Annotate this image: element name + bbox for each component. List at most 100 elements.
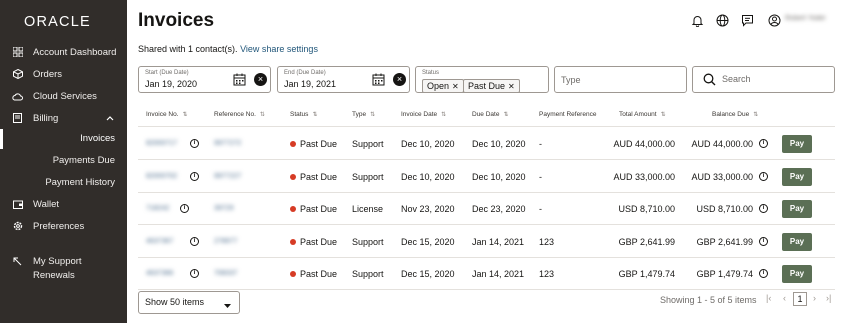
status-chip-open: Open ✕ xyxy=(422,79,464,93)
sidebar-item-billing[interactable]: Billing xyxy=(0,108,127,128)
calendar-icon[interactable] xyxy=(372,73,385,86)
remove-chip-icon[interactable]: ✕ xyxy=(452,82,459,91)
column-header-status[interactable]: Status ⇅ xyxy=(290,111,317,118)
shared-text: Shared with 1 contact(s). xyxy=(138,44,238,54)
remove-chip-icon[interactable]: ✕ xyxy=(508,82,515,91)
invoice-number-link[interactable]: 718242 xyxy=(146,205,169,212)
pay-button[interactable]: Pay xyxy=(782,265,812,283)
start-date-label: Start (Due Date) xyxy=(145,70,189,76)
column-label: Invoice Date xyxy=(401,111,438,118)
info-icon[interactable]: i xyxy=(176,203,189,214)
invoice-number-link[interactable]: 82000717 xyxy=(146,140,177,147)
column-header-total-amount[interactable]: Total Amount ⇅ xyxy=(619,111,666,118)
sort-icon[interactable]: ⇅ xyxy=(260,112,265,118)
reference-number-link[interactable]: 9977272 xyxy=(214,140,241,147)
info-icon[interactable]: i xyxy=(755,171,768,182)
sort-icon[interactable]: ⇅ xyxy=(370,112,375,118)
sidebar: ORACLE Account Dashboard Orders Cloud Se… xyxy=(0,0,127,323)
next-page-icon[interactable]: › xyxy=(813,293,816,303)
info-icon[interactable]: i xyxy=(186,171,199,182)
chevron-up-icon[interactable] xyxy=(106,113,114,124)
sort-icon[interactable]: ⇅ xyxy=(183,112,188,118)
invoice-date-cell: Dec 10, 2020 xyxy=(401,139,455,149)
column-header-type[interactable]: Type ⇅ xyxy=(352,111,375,118)
clear-icon[interactable]: × xyxy=(393,73,406,86)
sidebar-item-my-support-renewals-line2[interactable]: Renewals xyxy=(0,265,127,285)
page-number-button[interactable]: 1 xyxy=(793,292,807,306)
end-date-field[interactable]: End (Due Date) Jan 19, 2021 × xyxy=(277,66,410,93)
status-badge: Past Due xyxy=(290,269,337,279)
calendar-icon[interactable] xyxy=(233,73,246,86)
gear-icon xyxy=(12,221,23,232)
first-page-icon[interactable]: |‹ xyxy=(766,293,771,303)
cloud-icon xyxy=(12,91,23,102)
column-header-reference-no[interactable]: Reference No. ⇅ xyxy=(214,111,265,118)
column-header-invoice-no[interactable]: Invoice No. ⇅ xyxy=(146,111,188,118)
status-filter[interactable]: Status Open ✕ Past Due ✕ xyxy=(415,66,549,93)
info-icon[interactable]: i xyxy=(186,138,199,149)
reference-number-link[interactable]: 9977227 xyxy=(214,173,241,180)
chat-icon[interactable] xyxy=(741,14,754,27)
invoice-number-link[interactable]: 4637366 xyxy=(146,270,173,277)
sidebar-item-orders[interactable]: Orders xyxy=(0,64,127,84)
column-header-invoice-date[interactable]: Invoice Date ⇅ xyxy=(401,111,446,118)
status-text: Past Due xyxy=(300,139,338,149)
sidebar-subitem-invoices[interactable]: Invoices xyxy=(0,129,127,149)
receipt-icon xyxy=(12,113,23,124)
previous-page-icon[interactable]: ‹ xyxy=(783,293,786,303)
sort-icon[interactable]: ⇅ xyxy=(503,112,508,118)
last-page-icon[interactable]: ›| xyxy=(826,293,831,303)
sidebar-item-label: Preferences xyxy=(33,220,85,232)
sidebar-subitem-payment-history[interactable]: Payment History xyxy=(0,173,127,193)
sort-icon[interactable]: ⇅ xyxy=(753,112,758,118)
invoice-date-cell: Nov 23, 2020 xyxy=(401,204,455,214)
reference-number-link[interactable]: 278977 xyxy=(214,238,237,245)
reference-number-link[interactable]: 708337 xyxy=(214,270,237,277)
invoice-number-link[interactable]: 82000702 xyxy=(146,173,177,180)
info-icon[interactable]: i xyxy=(755,268,768,279)
sidebar-item-cloud-services[interactable]: Cloud Services xyxy=(0,86,127,106)
table-row: 82000702 i 9977227 Past Due Support Dec 10, 2… xyxy=(138,161,835,193)
sidebar-item-account-dashboard[interactable]: Account Dashboard xyxy=(0,42,127,62)
balance-due-cell: AUD 33,000.00 xyxy=(691,172,753,182)
reference-number-link[interactable]: 39729 xyxy=(214,205,233,212)
pay-button[interactable]: Pay xyxy=(782,200,812,218)
column-header-due-date[interactable]: Due Date ⇅ xyxy=(472,111,509,118)
info-icon[interactable]: i xyxy=(755,138,768,149)
sort-icon[interactable]: ⇅ xyxy=(312,112,317,118)
sidebar-item-preferences[interactable]: Preferences xyxy=(0,216,127,236)
globe-icon[interactable] xyxy=(716,14,729,27)
page-size-select[interactable]: Show 50 items xyxy=(138,291,240,314)
user-icon[interactable] xyxy=(768,14,781,27)
status-dot-icon xyxy=(290,270,296,277)
status-text: Past Due xyxy=(300,204,338,214)
pay-button[interactable]: Pay xyxy=(782,135,812,153)
info-icon[interactable]: i xyxy=(186,236,199,247)
type-filter[interactable]: Type xyxy=(554,66,687,93)
pay-button[interactable]: Pay xyxy=(782,168,812,186)
due-date-cell: Jan 14, 2021 xyxy=(472,269,525,279)
wallet-icon xyxy=(12,199,23,210)
start-date-field[interactable]: Start (Due Date) Jan 19, 2020 × xyxy=(138,66,271,93)
invoice-number-link[interactable]: 4637367 xyxy=(146,238,173,245)
column-header-balance-due[interactable]: Balance Due ⇅ xyxy=(712,111,758,118)
bell-icon[interactable] xyxy=(691,14,704,28)
pay-button[interactable]: Pay xyxy=(782,233,812,251)
sort-icon[interactable]: ⇅ xyxy=(441,112,446,118)
info-icon[interactable]: i xyxy=(755,236,768,247)
sidebar-item-wallet[interactable]: Wallet xyxy=(0,194,127,214)
view-share-settings-link[interactable]: View share settings xyxy=(240,44,318,54)
sidebar-subitem-payments-due[interactable]: Payments Due xyxy=(0,151,127,171)
user-name[interactable]: Robert Yoder xyxy=(785,15,826,22)
sort-icon[interactable]: ⇅ xyxy=(661,112,666,118)
column-label: Reference No. xyxy=(214,111,256,118)
info-icon[interactable]: i xyxy=(755,203,768,214)
end-date-value: Jan 19, 2021 xyxy=(284,79,337,89)
type-cell: Support xyxy=(352,237,384,247)
clear-icon[interactable]: × xyxy=(254,73,267,86)
info-icon[interactable]: i xyxy=(186,268,199,279)
oracle-logo[interactable]: ORACLE xyxy=(24,12,102,30)
search-input[interactable]: Search xyxy=(692,66,835,93)
status-badge: Past Due xyxy=(290,204,337,214)
start-date-value: Jan 19, 2020 xyxy=(145,79,198,89)
